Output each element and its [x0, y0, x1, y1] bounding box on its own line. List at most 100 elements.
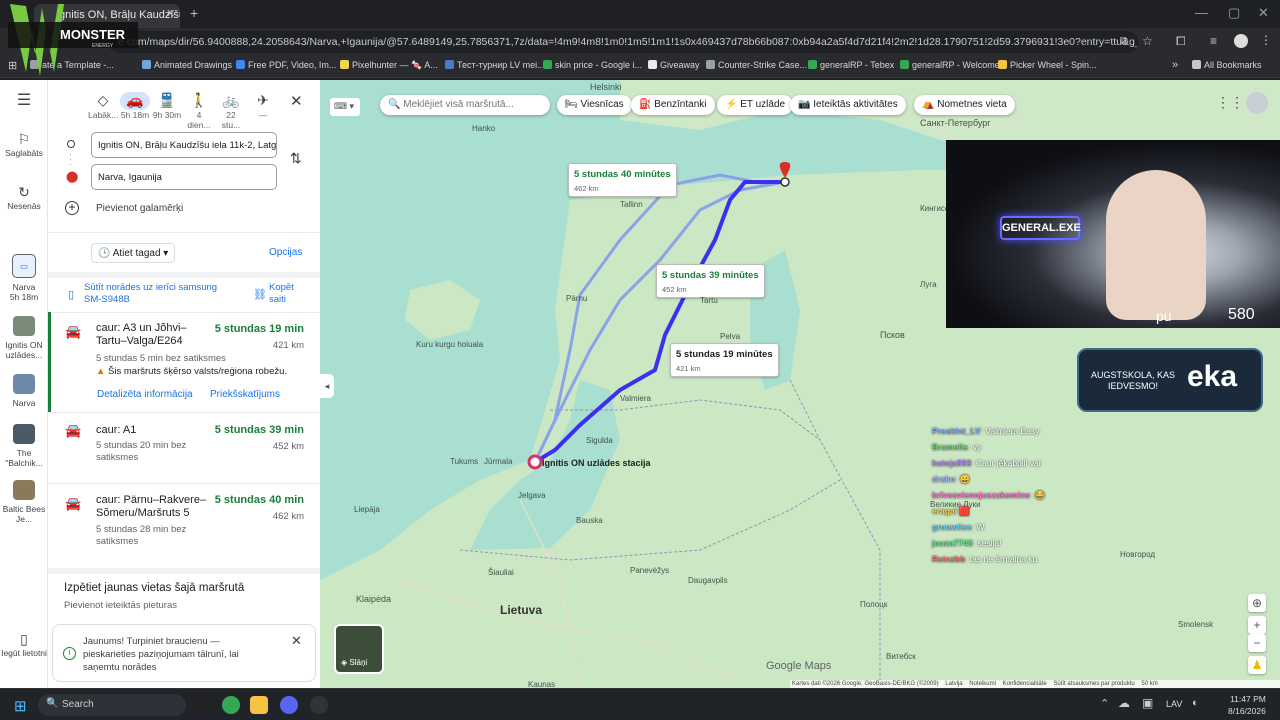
route-label-3[interactable]: 5 stundas 40 minūtes 462 km [568, 163, 677, 197]
driving-mode-icon: 🚗 [120, 92, 150, 110]
cycling-mode[interactable]: 🚲 22 stu... [216, 92, 246, 130]
collapse-panel-button[interactable]: ◂ [320, 374, 334, 398]
bookmark-item[interactable]: Animated Drawings [142, 60, 232, 70]
copy-link[interactable]: Kopēt saiti [269, 282, 294, 306]
route-traffic-free: 5 stundas 20 min bez satiksmes [96, 440, 187, 463]
route-label-2[interactable]: 5 stundas 39 minūtes 452 km [656, 264, 765, 298]
category-chip[interactable]: ⛺ Nometnes vieta [914, 95, 1015, 115]
terms-link[interactable]: Noteikumi [969, 681, 996, 687]
new-tab-icon[interactable]: + [190, 5, 198, 21]
rail-recent-ignitis[interactable]: Ignitis ON uzlādes... [0, 316, 48, 360]
map-search-input[interactable]: 🔍 Meklējiet visā maršrutā... [380, 95, 550, 115]
rail-get-app[interactable]: ▯ Iegūt lietotni [0, 632, 48, 658]
volume-icon[interactable]: ▣ [1142, 696, 1153, 710]
discord-icon[interactable] [280, 696, 298, 714]
bookmarks-overflow-icon[interactable]: » [1172, 59, 1178, 71]
windows-start-icon[interactable]: ⊞ [14, 697, 27, 715]
profile-avatar[interactable] [1234, 34, 1248, 48]
options-link[interactable]: Opcijas [269, 247, 302, 258]
layers-button[interactable]: ◈ Slāņi [334, 624, 384, 674]
extension-icon[interactable]: ⧉ [1120, 35, 1128, 48]
bookmark-item[interactable]: Тест-турнир LV mei... [445, 60, 545, 70]
place-label: Panevėžys [630, 566, 670, 575]
rail-saved[interactable]: ⚐ Saglabāts [0, 132, 48, 158]
origin-field[interactable]: Ignitis ON, Brāļu Kaudzīšu iela 11k-2, L… [91, 132, 277, 158]
chat-username: Preaklnt_LV [932, 426, 981, 436]
tray-overflow-icon[interactable]: ⌃ [1100, 697, 1109, 710]
window-close-icon[interactable]: ✕ [1258, 5, 1269, 21]
rail-recent[interactable]: ↻ Nesenās [0, 185, 48, 211]
place-label: Valmiera [620, 394, 651, 403]
obs-icon[interactable] [310, 696, 328, 714]
zoom-out-button[interactable]: − [1248, 634, 1266, 652]
google-apps-icon[interactable]: ⋮⋮ [1216, 94, 1244, 111]
place-thumbnail [13, 316, 35, 336]
driving-mode[interactable]: 🚗 5h 18m [120, 92, 150, 120]
route-option-1[interactable]: 🚘 caur: A3 un Jõhvi– Tartu–Valga/E264 5 s… [48, 312, 320, 412]
best-mode[interactable]: ◇ Labāk... [88, 92, 118, 120]
pegman-icon[interactable]: ♟ [1248, 656, 1266, 674]
close-directions-icon[interactable]: ✕ [290, 92, 303, 110]
feedback-link[interactable]: Sūtīt atsauksmes par produktu [1053, 681, 1134, 687]
bookmark-item[interactable]: skin price - Google i... [543, 60, 642, 70]
zoom-in-button[interactable]: + [1248, 616, 1266, 634]
rail-recent-narva[interactable]: Narva [0, 374, 48, 408]
task-view-icon[interactable] [192, 696, 210, 714]
rail-recent-baltic-bees[interactable]: Baltic Bees Je... [0, 480, 48, 524]
category-chip[interactable]: 📷 Ieteiktās aktivitātes [790, 95, 906, 115]
language-indicator[interactable]: LAV [1166, 699, 1182, 709]
explore-subtitle[interactable]: Pievienot ieteiktās pieturas [64, 600, 177, 611]
keyboard-icon[interactable]: ⌨ ▾ [330, 98, 360, 116]
wifi-icon[interactable]: ◐ [1192, 697, 1199, 709]
menu-icon[interactable]: ⋮ [1260, 33, 1272, 47]
category-chip[interactable]: ⛽ Benzīntanki [631, 95, 715, 115]
bookmark-item[interactable]: generalRP - Tebex [808, 60, 894, 70]
rail-narva-route[interactable]: ▭ Narva 5h 18m [0, 254, 48, 302]
route-option-2[interactable]: 🚘 caur: A1 5 stundas 39 min 452 km 5 stu… [48, 413, 320, 483]
route-option-3[interactable]: 🚘 caur: Pärnu–Rakvere– Sõmeru/Maršruts 5 … [48, 484, 320, 560]
scale-label[interactable]: 50 km [1141, 681, 1157, 687]
all-bookmarks[interactable]: All Bookmarks [1192, 60, 1262, 70]
clock[interactable]: 11:47 PM 8/16/2026 [1228, 693, 1266, 717]
car-icon: 🚘 [65, 423, 82, 438]
walking-mode[interactable]: 🚶 4 dien... [184, 92, 214, 130]
notice-close-icon[interactable]: ✕ [291, 633, 302, 649]
category-chip[interactable]: ⚡ ET uzlāde [717, 95, 794, 115]
place-label: Bauska [576, 516, 603, 525]
hamburger-menu-icon[interactable]: ☰ [0, 93, 48, 109]
file-explorer-icon[interactable] [250, 696, 268, 714]
depart-time-select[interactable]: 🕓 Atiet tagad ▾ [91, 243, 176, 263]
bookmark-item[interactable]: Free PDF, Video, Im... [236, 60, 336, 70]
route-preview-link[interactable]: Priekšskatījums [210, 389, 280, 400]
flight-mode[interactable]: ✈ — [248, 92, 278, 120]
bookmark-item[interactable]: Counter-Strike Case... [706, 60, 807, 70]
route-label-1[interactable]: 5 stundas 19 minūtes 421 km [670, 343, 779, 377]
route-details-link[interactable]: Detalizēta informācija [97, 389, 193, 400]
rail-recent-balchik[interactable]: The "Balchik... [0, 424, 48, 468]
media-icon[interactable]: ≡ [1210, 34, 1217, 48]
add-destination[interactable]: Pievienot galamērķi [96, 203, 183, 214]
bookmark-item[interactable]: Picker Wheel - Spin... [998, 60, 1097, 70]
swap-icon[interactable]: ⇅ [290, 150, 302, 167]
minimize-icon[interactable]: — [1195, 5, 1208, 20]
bookmark-item[interactable]: Giveaway [648, 60, 700, 70]
bookmark-item[interactable]: Pixelhunter — 🍬 A... [340, 60, 438, 71]
privacy-link[interactable]: Konfidencialitāte [1003, 681, 1047, 687]
send-to-device-link[interactable]: Sūtīt norādes uz ierīci samsung SM-S948B [84, 282, 217, 306]
taskbar-search[interactable]: 🔍 Search [38, 694, 186, 716]
add-destination-icon[interactable]: + [65, 201, 79, 215]
tab-close-icon[interactable]: ✕ [166, 7, 175, 20]
chrome-icon[interactable] [222, 696, 240, 714]
puzzle-icon[interactable]: ⧠ [1176, 34, 1186, 49]
url-field[interactable]: e.com/maps/dir/56.9400888,24.2058643/Nar… [108, 31, 1138, 53]
transit-mode[interactable]: 🚆 9h 30m [152, 92, 182, 120]
star-icon[interactable]: ☆ [1142, 34, 1153, 48]
account-avatar[interactable] [1246, 92, 1268, 114]
destination-field[interactable]: Narva, Igaunija [91, 164, 277, 190]
maximize-icon[interactable]: ▢ [1228, 5, 1240, 21]
map-region[interactable]: Latvija [945, 681, 962, 687]
category-chip[interactable]: 🛏 Viesnīcas [557, 95, 632, 115]
my-location-button[interactable]: ⊕ [1248, 594, 1266, 612]
bookmark-item[interactable]: generalRP - Welcome [900, 60, 1000, 70]
network-icon[interactable]: ☁ [1118, 696, 1130, 710]
